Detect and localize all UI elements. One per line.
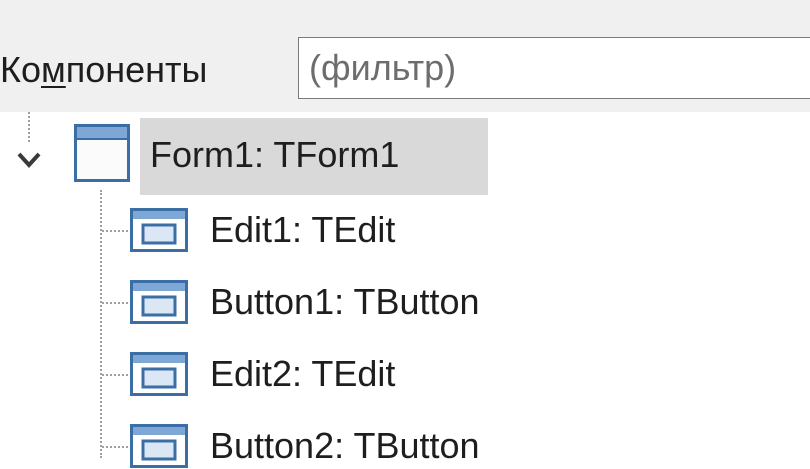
tree-root-connector [28, 112, 30, 142]
tree-branch-line [102, 374, 128, 376]
filter-label-start: Ко [0, 49, 41, 90]
filter-label: Компоненты [0, 45, 207, 95]
tree-node-label: Button2: TButton [210, 425, 480, 466]
filter-label-end: поненты [65, 49, 208, 90]
filter-input[interactable] [298, 37, 810, 99]
tree-node-label: Edit1: TEdit [210, 209, 396, 250]
component-icon [130, 352, 188, 396]
tree-node-label: Edit2: TEdit [210, 353, 396, 394]
component-icon [130, 208, 188, 252]
filter-bar: Компоненты [0, 0, 810, 112]
tree-node-label: Button1: TButton [210, 281, 480, 322]
filter-label-accelerator: м [41, 49, 66, 90]
component-tree: Form1: TForm1 Edit1: TEdit Button1: TBut… [0, 112, 810, 469]
tree-branch-line [102, 302, 128, 304]
component-tree-panel: Компоненты Form1: TForm1 [0, 0, 810, 469]
component-icon [130, 280, 188, 324]
tree-branch-line [102, 446, 128, 448]
tree-node-label: Form1: TForm1 [150, 134, 400, 175]
tree-branch-line [102, 230, 128, 232]
chevron-down-icon[interactable] [16, 146, 42, 172]
component-icon [130, 424, 188, 468]
form-icon [74, 124, 130, 182]
